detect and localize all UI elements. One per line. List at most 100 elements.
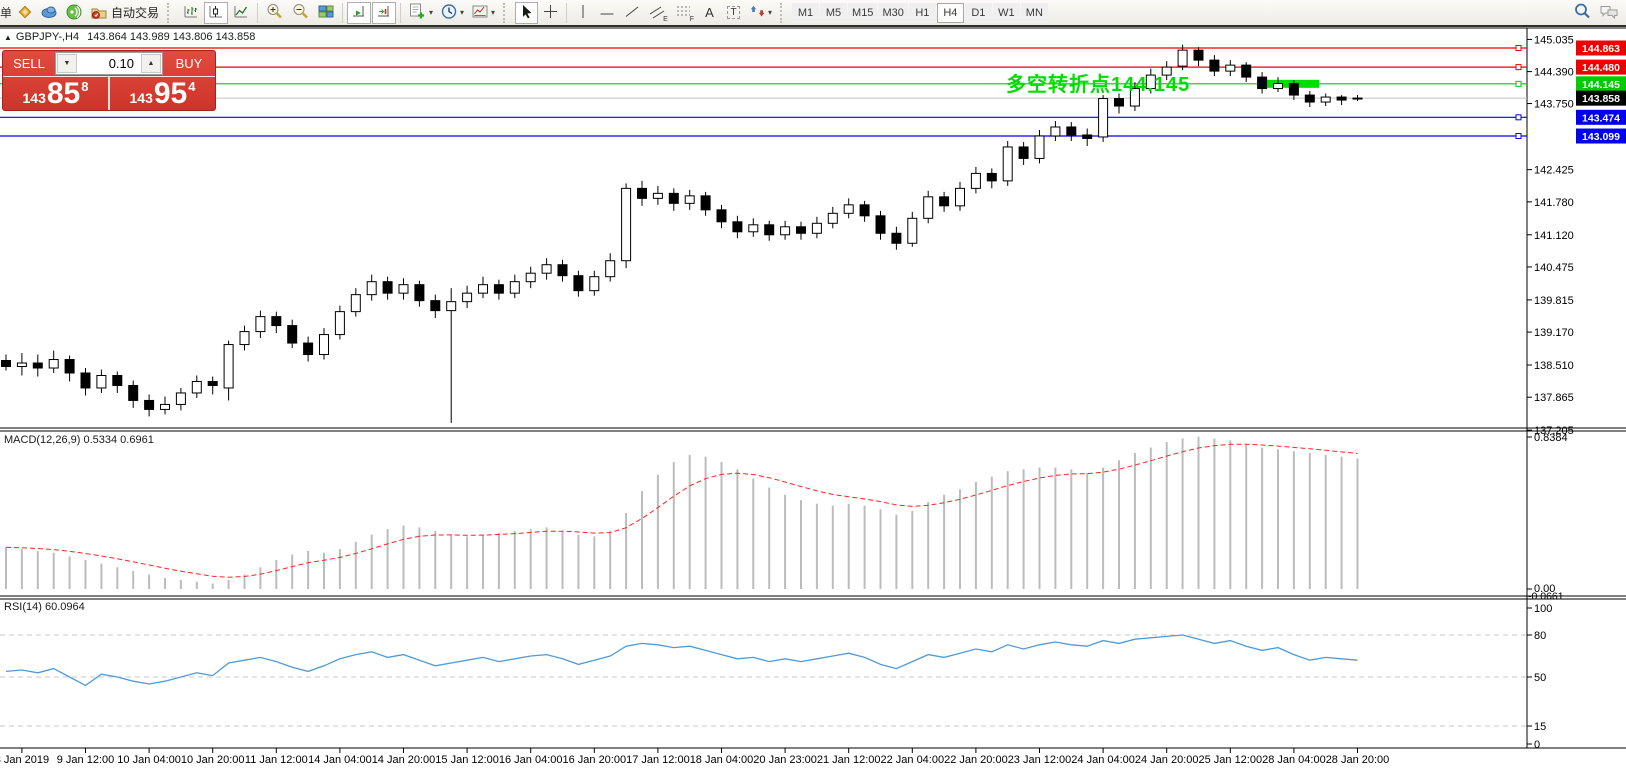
crosshair-button[interactable] [539,2,562,24]
timeframe-button-H1[interactable]: H1 [909,3,936,23]
channel-button[interactable]: E [645,2,671,24]
one-click-trading-panel: SELL ▼ 0.10 ▲ BUY 143 85 8 143 95 4 [2,50,216,111]
auto-scroll-icon [350,3,368,23]
toolbar-separator [566,3,567,23]
trade-panel-price-row: 143 85 8 143 95 4 [3,76,215,110]
new-order-label: 单 [0,4,12,21]
timeframe-button-M1[interactable]: M1 [792,3,819,23]
search-icon [1573,2,1592,23]
line-chart-icon [232,3,250,23]
chart-shift-button[interactable] [372,2,396,24]
timeframe-button-MN[interactable]: MN [1021,3,1048,23]
timeframe-button-M15[interactable]: M15 [848,3,877,23]
rsi-pane: 1008050150 [0,603,1552,751]
zoom-in-button[interactable] [262,2,287,24]
svg-text:50: 50 [1534,672,1546,684]
timeframe-button-H4[interactable]: H4 [937,3,964,23]
arrows-button[interactable]: ▾ [746,2,775,24]
sell-button[interactable]: SELL [3,51,55,76]
svg-text:143.099: 143.099 [1582,131,1620,143]
templates-button[interactable]: ▾ [468,2,498,24]
signal-icon [65,3,83,23]
timeframe-button-D1[interactable]: D1 [965,3,992,23]
cursor-button[interactable] [515,2,538,24]
dropdown-caret-icon: ▾ [491,8,495,17]
line-chart-button[interactable] [229,2,253,24]
clock-icon [440,3,458,23]
volume-decrease-button[interactable]: ▼ [57,54,77,73]
toolbar-grip [780,3,788,23]
signals-button[interactable] [62,2,86,24]
svg-text:8 Jan 2019: 8 Jan 2019 [0,754,49,766]
fibonacci-button[interactable]: F [672,2,697,24]
timeframe-button-M30[interactable]: M30 [878,3,907,23]
zoom-out-button[interactable] [288,2,313,24]
svg-text:143.474: 143.474 [1582,112,1620,124]
auto-scroll-button[interactable] [347,2,371,24]
zoom-out-icon [291,2,310,23]
auto-trading-label: 自动交易 [111,4,159,21]
candlestick-icon [207,3,225,23]
svg-text:11 Jan 12:00: 11 Jan 12:00 [245,754,308,766]
text-label-icon: T [727,6,739,19]
text-label-button[interactable]: T [722,2,745,24]
add-indicator-icon [408,2,427,23]
cloud-icon [40,3,58,23]
text-button[interactable]: A [698,2,721,24]
volume-increase-button[interactable]: ▲ [141,54,161,73]
chat-button[interactable] [1596,2,1622,24]
timeframe-button-W1[interactable]: W1 [993,3,1020,23]
toolbar-separator [257,3,258,23]
trendline-button[interactable] [620,2,644,24]
sell-price-prefix: 143 [23,91,46,105]
zoom-in-icon [265,2,284,23]
history-center-button[interactable] [13,2,36,24]
sell-price-big: 85 [47,82,80,107]
buy-price-button[interactable]: 143 95 4 [108,77,215,110]
svg-text:141.780: 141.780 [1534,197,1574,209]
indicators-button[interactable]: ▾ [405,2,436,24]
buy-price-big: 95 [154,82,187,107]
bar-chart-button[interactable] [179,2,203,24]
tile-windows-button[interactable] [314,2,338,24]
svg-text:142.425: 142.425 [1534,165,1574,177]
svg-text:24 Jan 20:00: 24 Jan 20:00 [1135,754,1199,766]
svg-text:139.815: 139.815 [1534,295,1574,307]
buy-button[interactable]: BUY [163,51,215,76]
chart-area[interactable]: 145.035144.390143.750142.425141.780141.1… [0,0,1626,772]
timeframe-button-M5[interactable]: M5 [820,3,847,23]
svg-text:9 Jan 12:00: 9 Jan 12:00 [57,754,115,766]
rsi-line [6,635,1358,685]
gold-seal-icon [16,3,33,23]
vertical-line-icon [576,3,590,23]
arrows-icon [749,3,766,23]
svg-text:21 Jan 12:00: 21 Jan 12:00 [817,754,881,766]
sell-price-sup: 8 [81,80,88,93]
vertical-line-button[interactable] [571,2,594,24]
svg-text:80: 80 [1534,630,1546,642]
macd-pane: 0.83840.00-0.0661 [6,432,1568,603]
svg-text:18 Jan 04:00: 18 Jan 04:00 [690,754,754,766]
svg-text:22 Jan 20:00: 22 Jan 20:00 [944,754,1008,766]
new-order-button[interactable]: 单 [0,2,12,24]
chart-shift-icon [375,3,393,23]
timeframe-toolbar: M1M5M15M30H1H4D1W1MN [792,3,1048,23]
svg-text:144.145: 144.145 [1582,79,1620,91]
candlestick-chart-button[interactable] [204,2,228,24]
sell-price-button[interactable]: 143 85 8 [3,77,108,110]
svg-text:15: 15 [1534,721,1546,733]
search-button[interactable] [1570,2,1595,24]
cursor-icon [519,3,535,23]
buy-price-sup: 4 [188,80,195,93]
volume-input[interactable]: 0.10 [78,53,140,74]
periods-button[interactable]: ▾ [437,2,467,24]
horizontal-line-button[interactable] [595,2,619,24]
collapse-arrow-icon: ▲ [4,33,12,42]
chart-header: ▲GBPJPY-,H4143.864 143.989 143.806 143.8… [4,31,255,43]
dropdown-caret-icon: ▾ [768,8,772,17]
auto-trading-button[interactable]: 自动交易 [87,2,162,24]
svg-text:143.858: 143.858 [1582,93,1620,105]
symbol-label: GBPJPY-,H4 [16,31,79,43]
chart-annotation-text[interactable]: 多空转折点144.145 [1006,68,1190,97]
market-watch-button[interactable] [37,2,61,24]
